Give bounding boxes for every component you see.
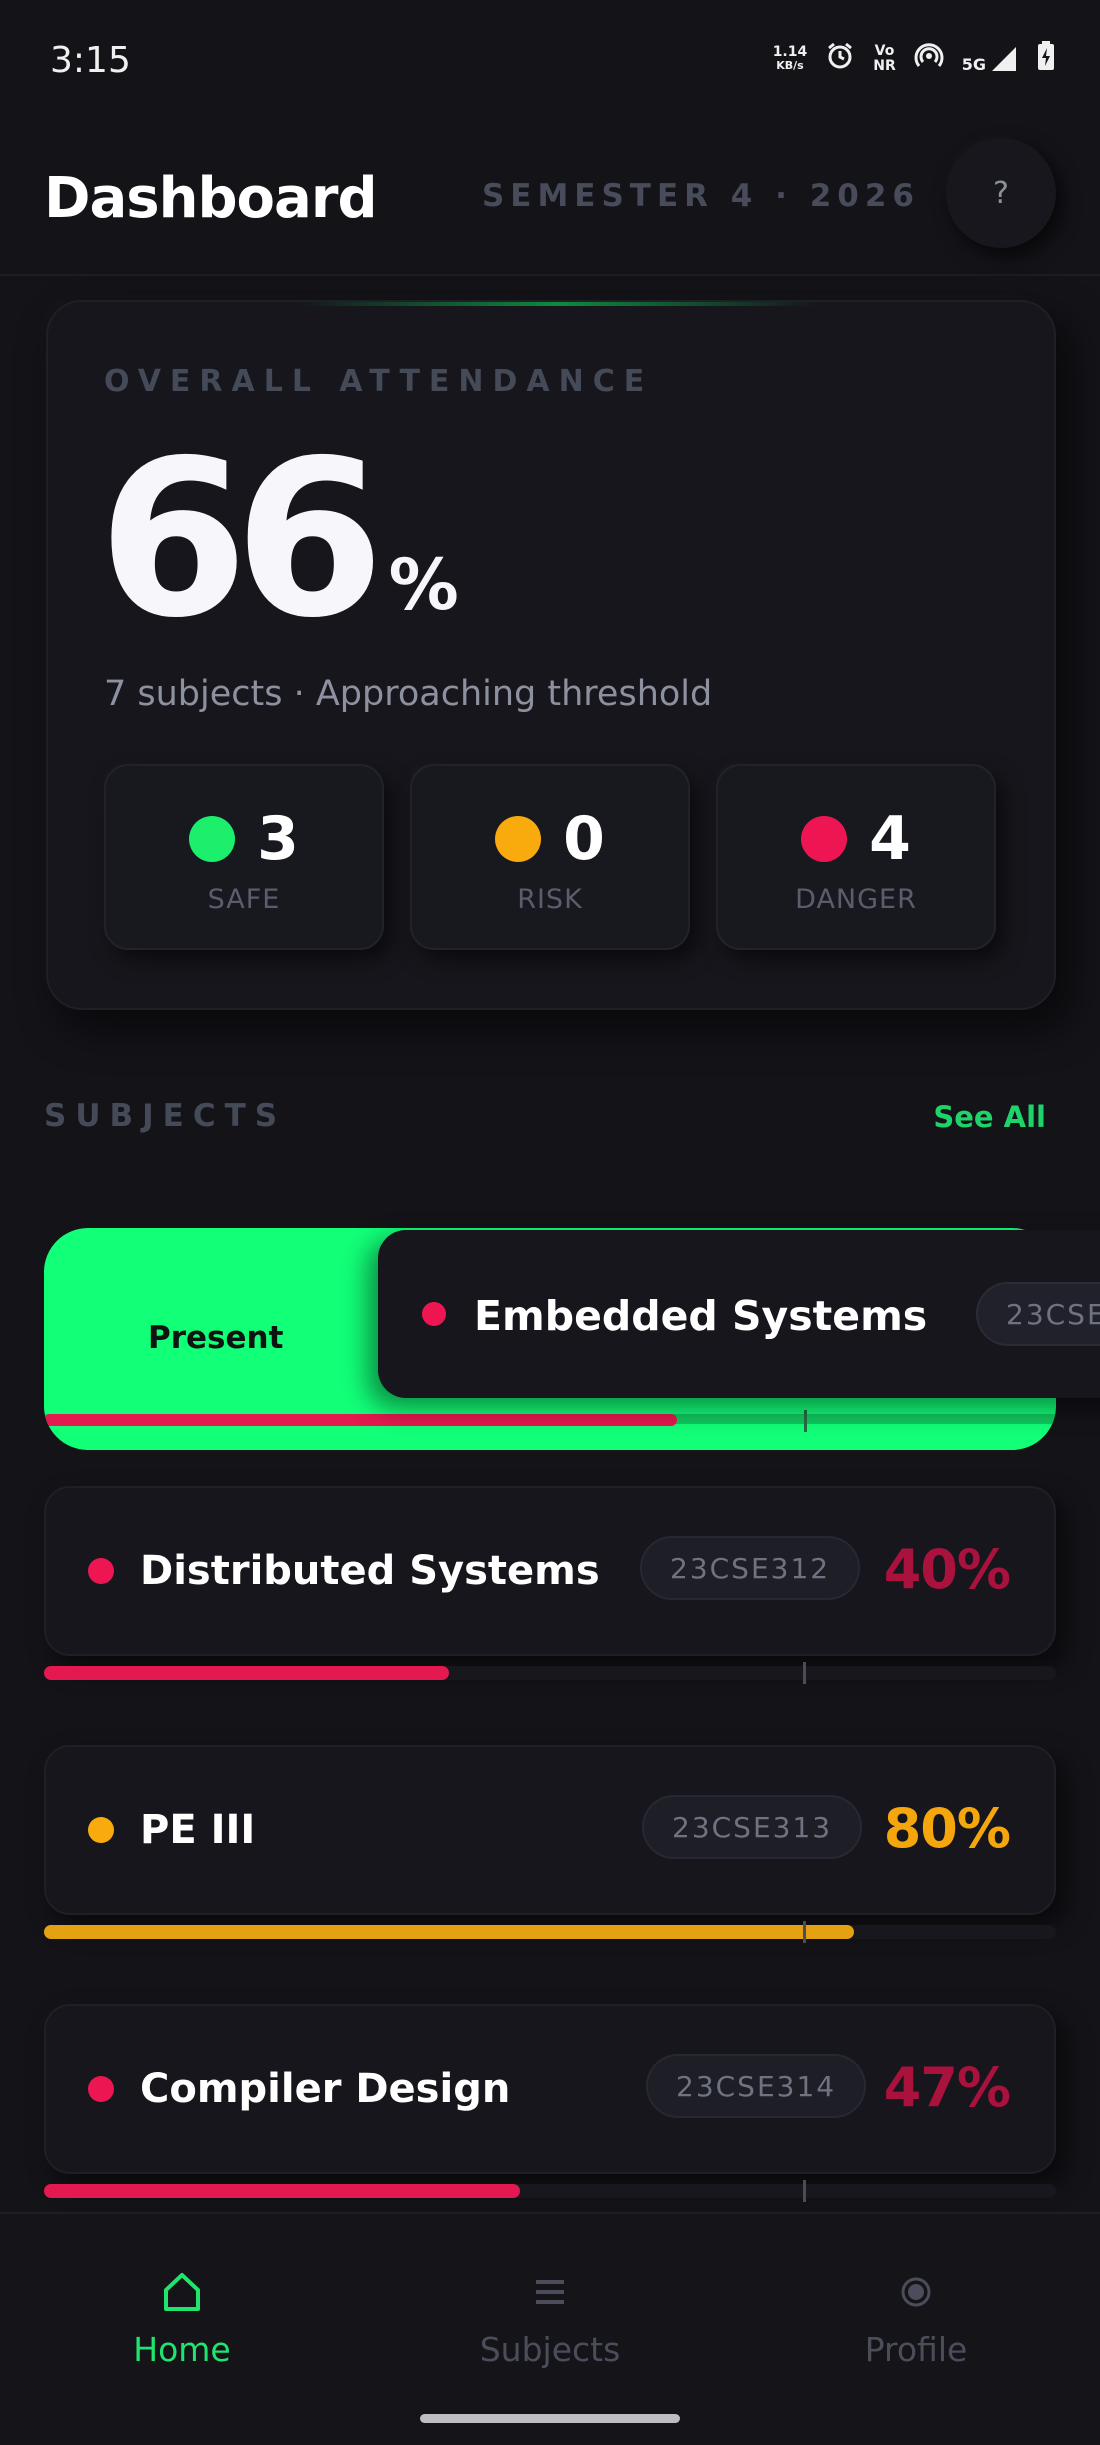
threshold-marker xyxy=(803,1662,806,1684)
subject-row-distributed-systems[interactable]: Distributed Systems 23CSE312 40% xyxy=(44,1486,1056,1686)
subject-percent: 47% xyxy=(883,2056,1011,2119)
battery-charging-icon xyxy=(1036,40,1056,77)
app-header: Dashboard SEMESTER 4 · 2026 ? xyxy=(0,120,1100,276)
status-dot xyxy=(422,1302,446,1326)
help-button[interactable]: ? xyxy=(946,138,1056,248)
danger-counter[interactable]: 4 DANGER xyxy=(716,764,996,950)
profile-icon xyxy=(786,2264,1046,2320)
danger-label: DANGER xyxy=(795,884,917,915)
safe-label: SAFE xyxy=(207,884,281,915)
card-glow xyxy=(298,302,818,306)
status-dot xyxy=(88,1558,114,1584)
risk-count: 0 xyxy=(563,804,605,874)
help-icon: ? xyxy=(993,175,1009,211)
overall-percent-sign: % xyxy=(388,544,459,626)
subject-code-chip: 23CSE312 xyxy=(640,1536,861,1600)
semester-label: SEMESTER 4 · 2026 xyxy=(481,178,920,214)
overall-label: OVERALL ATTENDANCE xyxy=(104,364,654,399)
nav-profile-label: Profile xyxy=(864,2330,968,2369)
subject-name: Embedded Systems xyxy=(474,1292,928,1340)
vonr-indicator: Vo NR xyxy=(873,44,896,73)
nav-home-label: Home xyxy=(133,2330,231,2369)
subjects-heading: SUBJECTS xyxy=(44,1098,287,1134)
gesture-home-bar[interactable] xyxy=(420,2414,680,2423)
vonr-bottom: NR xyxy=(873,57,896,74)
progress-fill xyxy=(44,1666,449,1680)
progress-fill xyxy=(44,1925,854,1939)
threshold-marker xyxy=(803,1921,806,1943)
network-type: 5G xyxy=(961,54,986,74)
subject-name: PE III xyxy=(140,1807,256,1853)
subject-percent: 80% xyxy=(883,1797,1011,1860)
subject-code-chip: 23CSE313 xyxy=(642,1795,863,1859)
hotspot-icon xyxy=(914,41,944,76)
subject-row-pe-iii[interactable]: PE III 23CSE313 80% xyxy=(44,1745,1056,1945)
home-icon xyxy=(52,2264,312,2320)
nav-profile[interactable]: Profile xyxy=(786,2264,1046,2369)
progress-fill xyxy=(44,1414,677,1426)
signal-icon: 5G xyxy=(962,45,1018,73)
overall-percent-value: 66 xyxy=(98,414,385,665)
nav-home[interactable]: Home xyxy=(52,2264,312,2369)
bottom-navigation: Home Subjects Profile xyxy=(0,2212,1100,2445)
present-action-label: Present xyxy=(148,1320,284,1356)
safe-dot xyxy=(189,816,236,862)
list-icon xyxy=(420,2264,680,2320)
subject-code-chip: 23CSE xyxy=(976,1282,1100,1346)
alarm-icon xyxy=(825,41,855,76)
net-speed-value: 1.14 xyxy=(772,44,808,61)
overall-subtitle: 7 subjects · Approaching threshold xyxy=(104,674,713,714)
subject-name: Compiler Design xyxy=(140,2066,511,2112)
subject-name: Distributed Systems xyxy=(140,1548,600,1594)
risk-label: RISK xyxy=(517,884,583,915)
nav-subjects-label: Subjects xyxy=(479,2330,621,2369)
page-title: Dashboard xyxy=(44,166,378,231)
status-time: 3:15 xyxy=(50,40,131,81)
safe-count: 3 xyxy=(257,804,299,874)
status-dot xyxy=(88,1817,114,1843)
net-speed-unit: KB/s xyxy=(776,59,804,73)
risk-counter[interactable]: 0 RISK xyxy=(410,764,690,950)
threshold-marker xyxy=(804,1410,807,1432)
status-bar: 3:15 1.14 KB/s Vo NR 5G xyxy=(0,0,1100,120)
progress-fill xyxy=(44,2184,520,2198)
nav-subjects[interactable]: Subjects xyxy=(420,2264,680,2369)
subject-percent: 40% xyxy=(883,1538,1011,1601)
net-speed-indicator: 1.14 KB/s xyxy=(773,45,808,71)
danger-dot xyxy=(801,816,848,862)
see-all-link[interactable]: See All xyxy=(933,1100,1046,1134)
safe-counter[interactable]: 3 SAFE xyxy=(104,764,384,950)
status-icons: 1.14 KB/s Vo NR 5G xyxy=(773,40,1056,77)
subject-row-compiler-design[interactable]: Compiler Design 23CSE314 47% xyxy=(44,2004,1056,2204)
subject-card-embedded-systems[interactable]: Embedded Systems 23CSE xyxy=(378,1230,1100,1398)
overall-percent: 66 % xyxy=(98,432,459,648)
subject-code-chip: 23CSE314 xyxy=(646,2054,867,2118)
status-dot xyxy=(88,2076,114,2102)
status-counters: 3 SAFE 0 RISK 4 DANGER xyxy=(104,764,996,950)
screen: 3:15 1.14 KB/s Vo NR 5G Dashboard SEMEST… xyxy=(0,0,1100,2445)
overall-attendance-card: OVERALL ATTENDANCE 66 % 7 subjects · App… xyxy=(46,300,1056,1010)
danger-count: 4 xyxy=(869,804,911,874)
risk-dot xyxy=(495,816,542,862)
threshold-marker xyxy=(803,2180,806,2202)
vonr-top: Vo xyxy=(874,42,895,59)
